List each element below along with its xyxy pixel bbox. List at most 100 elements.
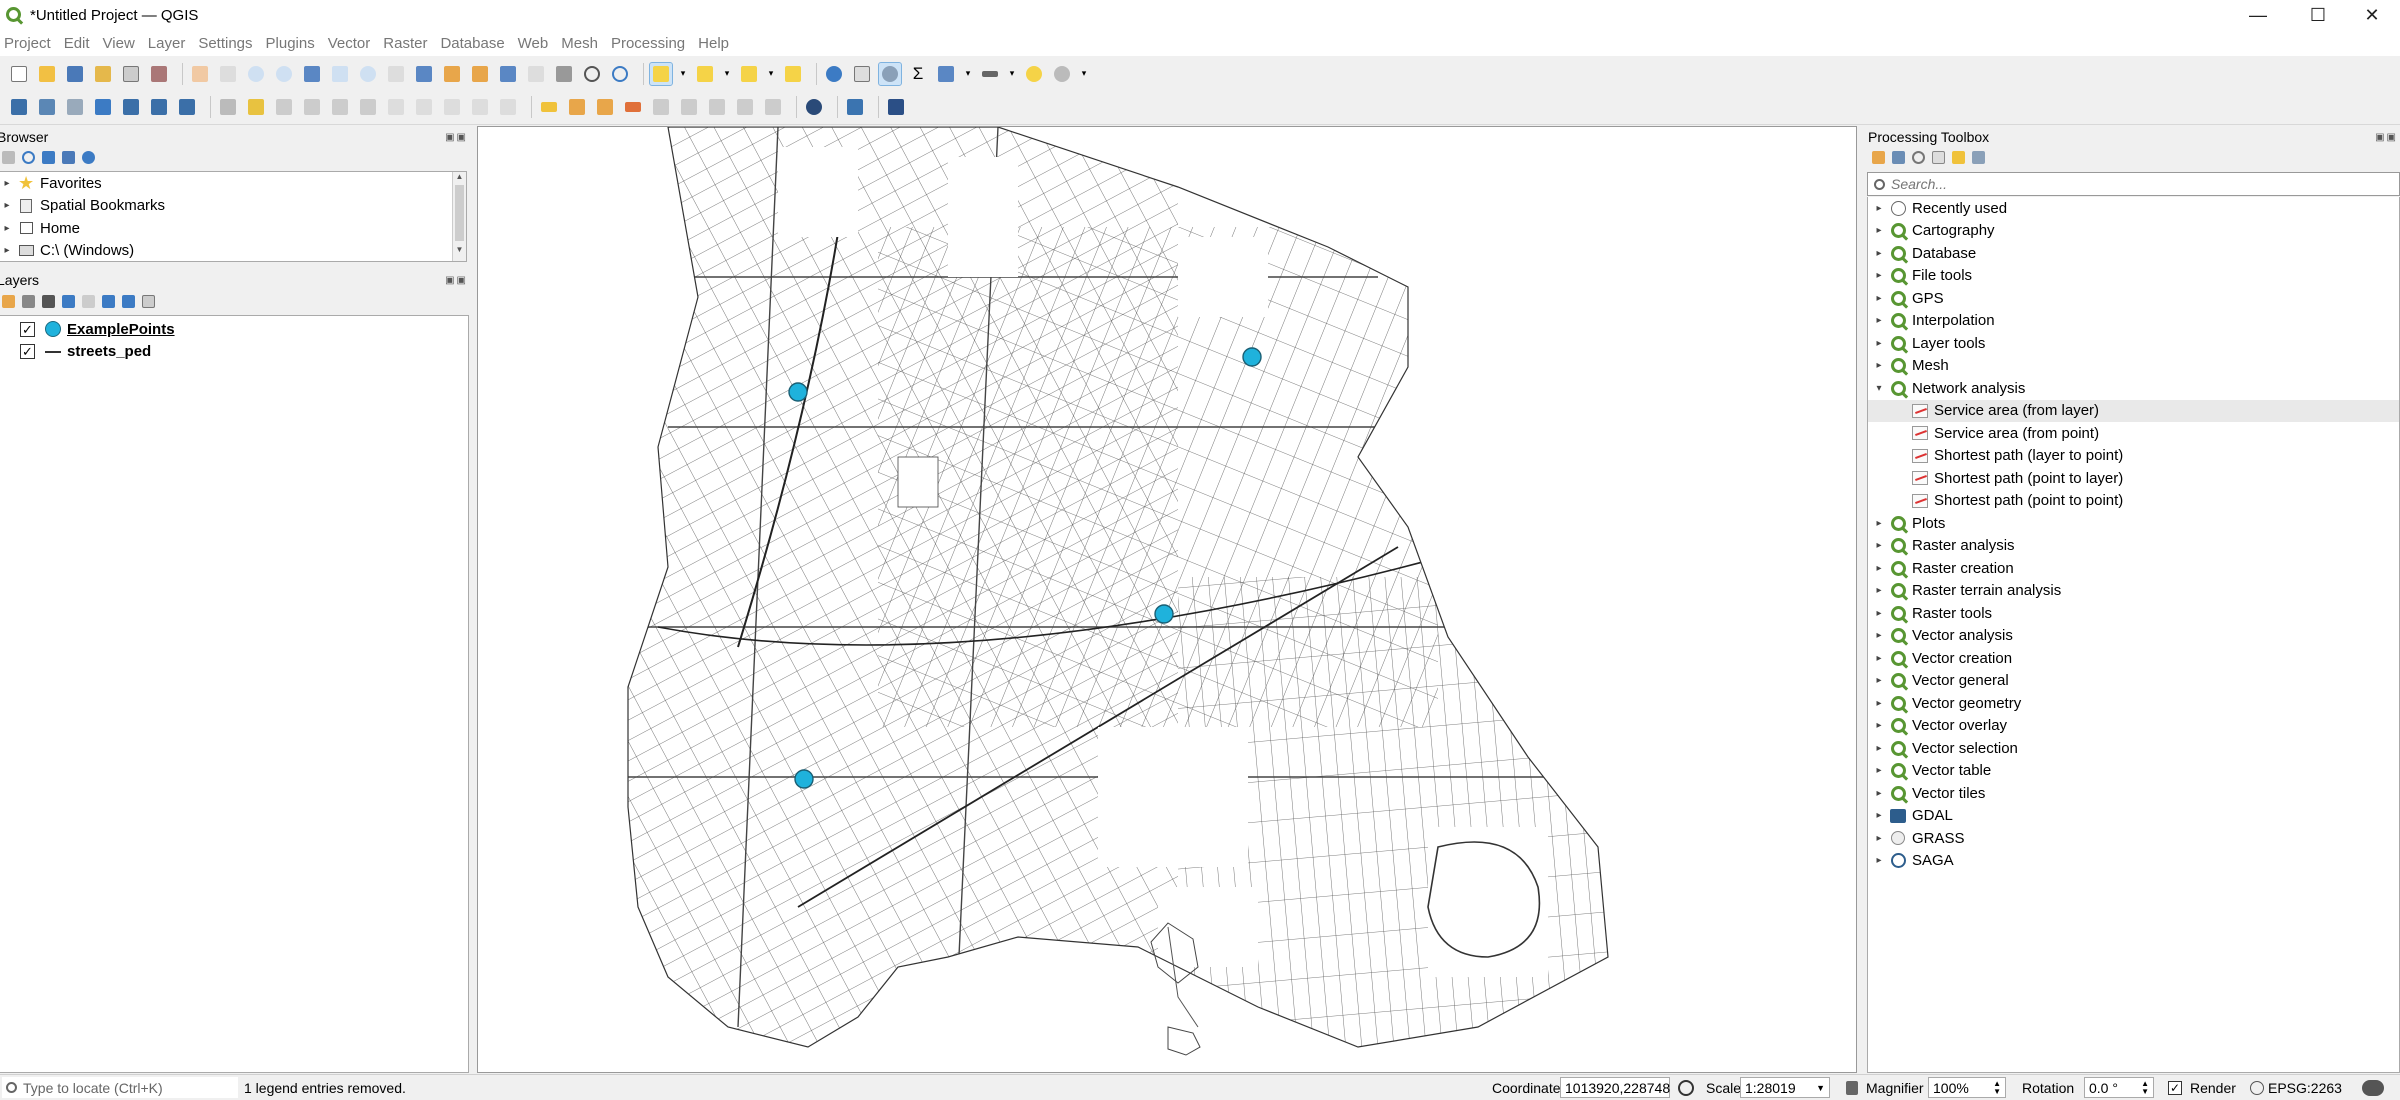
new-map-view-icon[interactable] [469, 63, 491, 85]
group-recently-used[interactable]: ▸ Recently used [1868, 197, 2399, 220]
globe-crs-icon[interactable] [2250, 1080, 2264, 1095]
group-database[interactable]: ▸ Database [1868, 242, 2399, 265]
select-location-icon[interactable] [782, 63, 804, 85]
locator-bar[interactable]: Type to locate (Ctrl+K) [2, 1077, 238, 1098]
vertex-tool-icon[interactable] [329, 96, 351, 118]
spin-arrows-icon[interactable]: ▲ ▼ [2141, 1079, 2149, 1096]
history-icon[interactable] [1912, 150, 1925, 164]
copy-icon[interactable] [413, 96, 435, 118]
group-vector-overlay[interactable]: ▸ Vector overlay [1868, 715, 2399, 738]
models-icon[interactable] [1872, 150, 1885, 164]
expand-arrow-icon[interactable]: ▸ [1872, 608, 1886, 619]
deselect-icon[interactable] [738, 63, 760, 85]
identify-icon[interactable] [823, 63, 845, 85]
label-tool-icon[interactable] [538, 96, 560, 118]
provider-gdal[interactable]: ▸ GDAL [1868, 805, 2399, 828]
redo-icon[interactable] [497, 96, 519, 118]
menu-project[interactable]: Project [4, 35, 51, 52]
algorithm-shortest-path-point-to-point[interactable]: Shortest path (point to point) [1868, 490, 2399, 513]
browser-item-bookmarks[interactable]: ▸ Spatial Bookmarks [0, 195, 466, 218]
save-as-icon[interactable] [92, 63, 114, 85]
label-properties-icon[interactable] [734, 96, 756, 118]
coordinate-field[interactable]: 1013920,228748 [1560, 1077, 1670, 1098]
group-interpolation[interactable]: ▸ Interpolation [1868, 310, 2399, 333]
toolbox-search-input[interactable] [1891, 176, 2371, 192]
add-feature-icon[interactable] [301, 96, 323, 118]
add-selected-icon[interactable] [2, 150, 15, 164]
manage-themes-icon[interactable] [42, 294, 55, 308]
browser-scrollbar[interactable]: ▲ ▼ [452, 172, 466, 261]
crs-label[interactable]: EPSG:2263 [2268, 1080, 2342, 1096]
pin-label-icon[interactable] [566, 96, 588, 118]
rotate-label-icon[interactable] [622, 96, 644, 118]
maximize-button[interactable]: ☐ [2290, 0, 2346, 30]
spin-arrows-icon[interactable]: ▲ ▼ [1993, 1079, 2001, 1096]
group-layer-tools[interactable]: ▸ Layer tools [1868, 332, 2399, 355]
remove-layer-icon[interactable] [142, 294, 155, 308]
group-vector-creation[interactable]: ▸ Vector creation [1868, 647, 2399, 670]
zoom-next-icon[interactable] [441, 63, 463, 85]
street-network-map[interactable] [478, 127, 1857, 1073]
python-console-icon[interactable] [844, 96, 866, 118]
group-vector-selection[interactable]: ▸ Vector selection [1868, 737, 2399, 760]
edit-features-in-place-icon[interactable] [1952, 150, 1965, 164]
expand-arrow-icon[interactable]: ▸ [0, 200, 14, 211]
expand-arrow-icon[interactable]: ▸ [1872, 225, 1886, 236]
group-raster-terrain-analysis[interactable]: ▸ Raster terrain analysis [1868, 580, 2399, 603]
new-project-icon[interactable] [8, 63, 30, 85]
filter-legend-icon[interactable] [62, 294, 75, 308]
results-viewer-icon[interactable] [1932, 150, 1945, 164]
expand-arrow-icon[interactable]: ▸ [1872, 360, 1886, 371]
group-vector-geometry[interactable]: ▸ Vector geometry [1868, 692, 2399, 715]
new-geopackage-icon[interactable] [36, 96, 58, 118]
algorithm-shortest-path-layer-to-point[interactable]: Shortest path (layer to point) [1868, 445, 2399, 468]
add-group-icon[interactable] [22, 294, 35, 308]
close-button[interactable]: ✕ [2344, 0, 2400, 30]
group-vector-general[interactable]: ▸ Vector general [1868, 670, 2399, 693]
menu-edit[interactable]: Edit [64, 35, 90, 52]
change-label-icon[interactable] [706, 96, 728, 118]
coordinate-toggle-icon[interactable] [1678, 1079, 1694, 1096]
map-tips-icon[interactable] [1023, 63, 1045, 85]
scale-field[interactable]: 1:28019 ▼ [1740, 1077, 1830, 1098]
collapse-all-icon[interactable] [62, 150, 75, 164]
menu-vector[interactable]: Vector [328, 35, 371, 52]
collapse-layers-icon[interactable] [122, 294, 135, 308]
show-hide-labels-icon[interactable] [594, 96, 616, 118]
menu-layer[interactable]: Layer [148, 35, 186, 52]
expand-arrow-icon[interactable]: ▸ [1872, 315, 1886, 326]
expand-arrow-icon[interactable]: ▸ [1872, 518, 1886, 529]
menu-raster[interactable]: Raster [383, 35, 427, 52]
panel-float-close-icon[interactable]: ▣▣ [2375, 132, 2398, 143]
rotation-field[interactable]: 0.0 ° ▲ ▼ [2084, 1077, 2154, 1098]
zoom-layer-icon[interactable] [357, 63, 379, 85]
print-layout-icon[interactable] [120, 63, 142, 85]
layer-visibility-checkbox[interactable]: ✓ [20, 344, 35, 360]
chevron-down-icon[interactable]: ▼ [1816, 1083, 1825, 1093]
zoom-selection-icon[interactable] [329, 63, 351, 85]
group-raster-analysis[interactable]: ▸ Raster analysis [1868, 535, 2399, 558]
pan-icon[interactable] [189, 63, 211, 85]
annotation-dropdown-icon[interactable]: ▾ [1079, 63, 1089, 85]
cut-icon[interactable] [385, 96, 407, 118]
filter-browser-icon[interactable] [42, 150, 55, 164]
add-spatialite-icon[interactable] [120, 96, 142, 118]
zoom-out-icon[interactable] [273, 63, 295, 85]
provider-grass[interactable]: ▸ GRASS [1868, 827, 2399, 850]
menu-database[interactable]: Database [440, 35, 504, 52]
bookmark-new-icon[interactable] [525, 63, 547, 85]
expand-arrow-icon[interactable]: ▸ [1872, 743, 1886, 754]
group-vector-tiles[interactable]: ▸ Vector tiles [1868, 782, 2399, 805]
browser-item-home[interactable]: ▸ Home [0, 217, 466, 240]
add-delimited-text-icon[interactable] [92, 96, 114, 118]
group-raster-tools[interactable]: ▸ Raster tools [1868, 602, 2399, 625]
expand-all-icon[interactable] [102, 294, 115, 308]
refresh-browser-icon[interactable] [22, 150, 35, 164]
expand-arrow-icon[interactable]: ▸ [1872, 765, 1886, 776]
group-cartography[interactable]: ▸ Cartography [1868, 220, 2399, 243]
layer-item-streets-ped[interactable]: ✓ streets_ped [0, 341, 468, 364]
expand-arrow-icon[interactable]: ▸ [1872, 540, 1886, 551]
table-dropdown-icon[interactable]: ▾ [963, 63, 973, 85]
render-checkbox[interactable]: ✓ [2168, 1080, 2182, 1095]
algorithm-service-area-point[interactable]: Service area (from point) [1868, 422, 2399, 445]
